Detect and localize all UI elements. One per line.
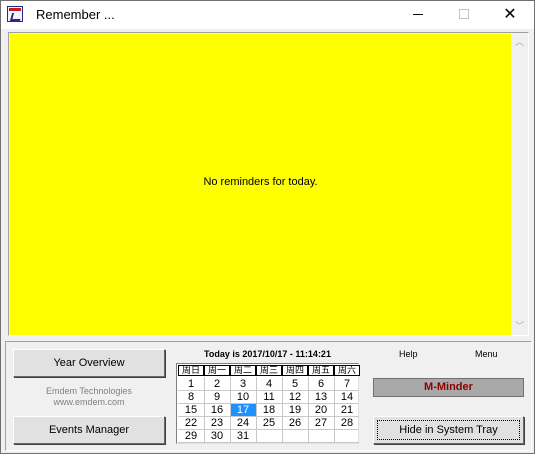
- calendar-day[interactable]: 9: [204, 391, 230, 403]
- minimize-icon: [413, 14, 423, 15]
- minimize-button[interactable]: [395, 1, 441, 29]
- app-window: Remember ... ✕ No reminders for today. ︿…: [0, 0, 535, 454]
- window-title: Remember ...: [36, 7, 115, 22]
- calendar-day[interactable]: 15: [178, 404, 204, 416]
- hide-in-system-tray-label: Hide in System Tray: [377, 420, 520, 440]
- company-info: Emdem Technologies www.emdem.com: [13, 386, 165, 408]
- calendar-day[interactable]: 22: [178, 417, 204, 429]
- events-manager-button[interactable]: Events Manager: [13, 416, 165, 444]
- calendar-day[interactable]: 1: [178, 378, 204, 390]
- help-link[interactable]: Help: [399, 349, 418, 359]
- calendar-grid-line: [334, 377, 335, 443]
- today-datetime: Today is 2017/10/17 - 11:14:21: [204, 349, 331, 359]
- calendar-empty-cell: [308, 430, 334, 442]
- calendar-day[interactable]: 11: [256, 391, 282, 403]
- reminder-message: No reminders for today.: [203, 176, 318, 188]
- calendar-day[interactable]: 13: [308, 391, 334, 403]
- calendar-day[interactable]: 17: [230, 404, 256, 416]
- year-overview-button[interactable]: Year Overview: [13, 349, 165, 377]
- calendar-week-row: 1234567: [178, 378, 360, 390]
- calendar-day[interactable]: 14: [334, 391, 360, 403]
- calendar-week-row: 22 23 24 25 26 27 28: [178, 417, 360, 429]
- scroll-up-icon[interactable]: ︿: [511, 34, 528, 51]
- weekday-header: 周日: [178, 365, 204, 376]
- calendar-day[interactable]: 19: [282, 404, 308, 416]
- weekday-header: 周五: [308, 365, 334, 376]
- calendar-day[interactable]: 4: [256, 378, 282, 390]
- month-calendar[interactable]: 周日 周一 周二 周三 周四 周五 周六 1 2 3 4 5 6 7 8 9 10 11 12 13 14 15 16 17…: [176, 363, 360, 444]
- calendar-day[interactable]: 30: [204, 430, 230, 442]
- calendar-day[interactable]: 18: [256, 404, 282, 416]
- menu-link[interactable]: Menu: [475, 349, 498, 359]
- calendar-empty-cell: [282, 430, 308, 442]
- calendar-day[interactable]: 23: [204, 417, 230, 429]
- calendar-grid-line: [178, 403, 359, 404]
- calendar-grid-line: [282, 377, 283, 443]
- calendar-day[interactable]: 5: [282, 378, 308, 390]
- calendar-day[interactable]: 31: [230, 430, 256, 442]
- calendar-day[interactable]: 8: [178, 391, 204, 403]
- title-bar[interactable]: Remember ... ✕: [1, 1, 534, 29]
- calendar-day[interactable]: 27: [308, 417, 334, 429]
- company-name: Emdem Technologies: [46, 386, 132, 396]
- calendar-day[interactable]: 12: [282, 391, 308, 403]
- close-button[interactable]: ✕: [487, 1, 533, 29]
- calendar-week-row: 8 9 10 11 12 13 14: [178, 391, 360, 403]
- reminder-list[interactable]: No reminders for today.: [10, 34, 511, 335]
- maximize-icon: [459, 9, 469, 19]
- calendar-day[interactable]: 26: [282, 417, 308, 429]
- weekday-header: 周三: [256, 365, 282, 376]
- calendar-weekday-header: 周日 周一 周二 周三 周四 周五 周六: [178, 365, 360, 377]
- scroll-down-icon[interactable]: ﹀: [511, 318, 528, 335]
- calendar-day[interactable]: 29: [178, 430, 204, 442]
- calendar-day[interactable]: 24: [230, 417, 256, 429]
- brand-label: M-Minder: [373, 378, 524, 397]
- calendar-empty-cell: [256, 430, 282, 442]
- calendar-day[interactable]: 2: [204, 378, 230, 390]
- hide-in-system-tray-button[interactable]: Hide in System Tray: [373, 416, 524, 444]
- calendar-day[interactable]: 20: [308, 404, 334, 416]
- calendar-day[interactable]: 25: [256, 417, 282, 429]
- reminder-frame: No reminders for today. ︿ ﹀: [8, 32, 529, 336]
- calendar-empty-cell: [334, 430, 360, 442]
- calendar-day[interactable]: 10: [230, 391, 256, 403]
- calendar-day[interactable]: 21: [334, 404, 360, 416]
- calendar-day[interactable]: 3: [230, 378, 256, 390]
- calendar-week-row: 15 16 17 18 19 20 21: [178, 404, 360, 416]
- calendar-week-row: 29 30 31: [178, 430, 360, 442]
- calendar-day[interactable]: 7: [334, 378, 360, 390]
- calendar-grid-line: [256, 377, 257, 443]
- calendar-grid-line: [178, 429, 359, 430]
- calendar-grid-line: [178, 442, 359, 443]
- calendar-grid-line: [230, 377, 231, 443]
- calendar-day[interactable]: 6: [308, 378, 334, 390]
- calendar-grid-line: [204, 377, 205, 443]
- app-calendar-icon[interactable]: [7, 6, 23, 22]
- maximize-button[interactable]: [441, 1, 487, 29]
- calendar-grid-line: [178, 416, 359, 417]
- calendar-grid-line: [178, 390, 359, 391]
- weekday-header: 周一: [204, 365, 230, 376]
- reminder-scrollbar[interactable]: ︿ ﹀: [511, 34, 528, 335]
- calendar-day[interactable]: 28: [334, 417, 360, 429]
- company-url: www.emdem.com: [53, 397, 125, 407]
- calendar-day[interactable]: 16: [204, 404, 230, 416]
- weekday-header: 周六: [334, 365, 360, 376]
- weekday-header: 周二: [230, 365, 256, 376]
- calendar-grid-line: [308, 377, 309, 443]
- weekday-header: 周四: [282, 365, 308, 376]
